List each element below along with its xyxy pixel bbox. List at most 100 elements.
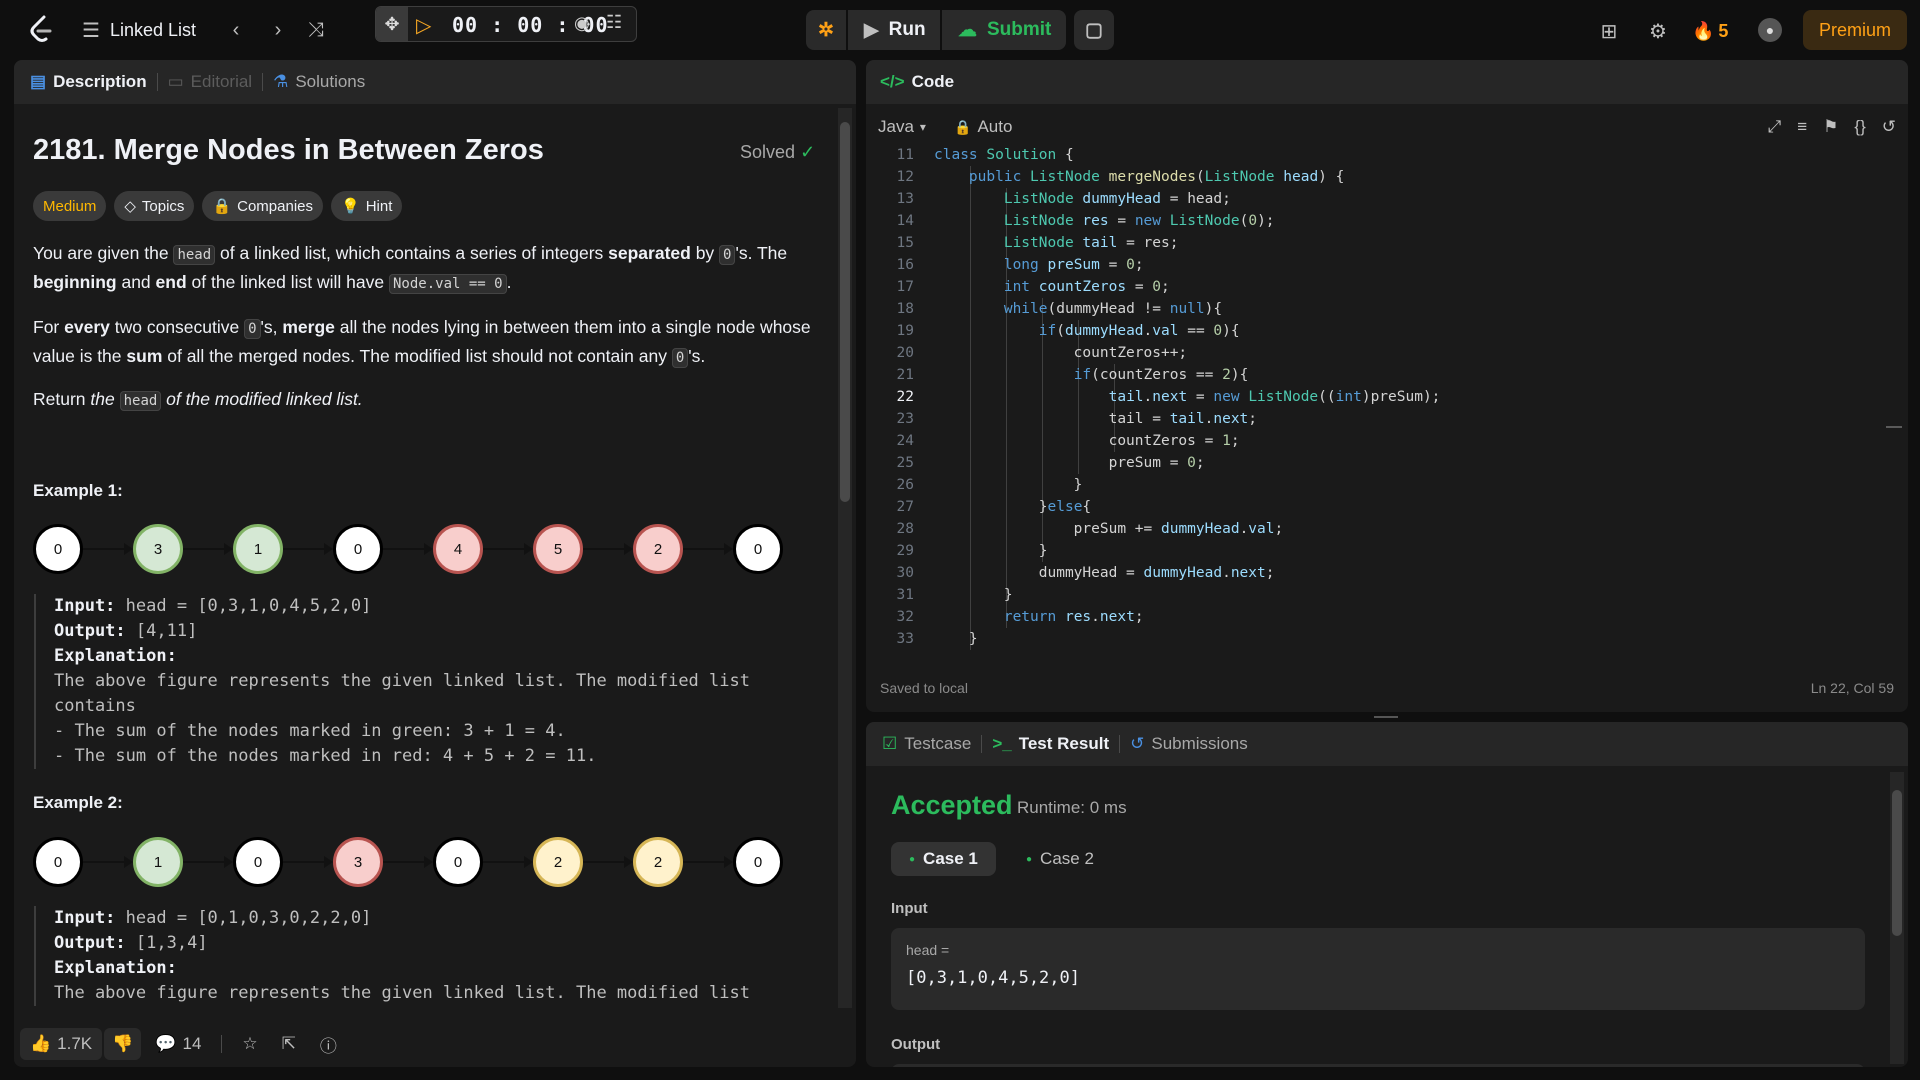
description-panel: ▤ Description ▭ Editorial ⚗ Solutions 2 1…	[14, 60, 856, 1067]
variable-name: head =	[906, 942, 950, 958]
next-problem-button[interactable]: ›	[264, 16, 292, 44]
code-text: int countZeros = 0;	[1003, 279, 1170, 295]
tab-description[interactable]: ▤ Description	[14, 72, 157, 92]
footer-divider	[221, 1035, 223, 1053]
scrollbar-thumb[interactable]	[840, 122, 850, 502]
tab-code[interactable]: </> Code	[866, 72, 964, 92]
line-number: 11	[896, 147, 914, 163]
example-1-node: 0	[33, 524, 83, 574]
comments-button[interactable]: 💬 14	[155, 1034, 201, 1054]
prev-problem-button[interactable]: ‹	[222, 16, 250, 44]
debug-button[interactable]: ✲	[806, 10, 846, 50]
drag-move-icon[interactable]: ✥	[376, 7, 408, 41]
input-value: head = [0,3,1,0,4,5,2,0]	[125, 596, 372, 616]
tab-code-label: Code	[911, 72, 955, 91]
random-problem-button[interactable]: ⤨	[302, 16, 330, 44]
share-button[interactable]: ⇱	[282, 1034, 296, 1054]
share-icon: ⇱	[281, 1034, 296, 1053]
code-text: if(dummyHead.val == 0){	[1038, 323, 1240, 339]
expand-icon[interactable]: ⤢	[1768, 117, 1782, 137]
tab-editorial[interactable]: ▭ Editorial	[158, 72, 262, 92]
hint-label: Hint	[365, 197, 393, 215]
line-number: 14	[896, 213, 914, 229]
result-scrollbar[interactable]	[1890, 772, 1904, 1064]
code-text: while(dummyHead != null){	[1003, 301, 1223, 317]
run-label: Run	[888, 19, 926, 40]
tab-test-result-label: Test Result	[1018, 734, 1110, 753]
submit-button[interactable]: ☁ Submit	[942, 10, 1066, 50]
example-2-node: 2	[533, 837, 583, 887]
text: by	[690, 243, 720, 263]
tab-submissions[interactable]: ↺ Submissions	[1120, 734, 1258, 754]
streak-counter[interactable]: 🔥 5	[1692, 16, 1728, 46]
timer-play-button[interactable]: ▷	[416, 13, 431, 38]
thumbs-down-icon: 👎	[112, 1034, 134, 1053]
example-1-node: 3	[133, 524, 183, 574]
timer-settings-icon[interactable]: ☷	[606, 12, 622, 33]
settings-button[interactable]: ⚙	[1643, 16, 1673, 46]
bold-text: beginning	[33, 272, 117, 292]
code-editor[interactable]: 11 class Solution { 12 public ListNode me…	[866, 144, 1908, 664]
explanation-line: - The sum of the nodes marked in green: …	[54, 721, 566, 741]
tab-test-result[interactable]: >_ Test Result	[982, 734, 1119, 754]
tab-testcase[interactable]: ☑ Testcase	[866, 734, 981, 754]
output-label: Output	[891, 1036, 941, 1053]
example-2-node: 0	[33, 837, 83, 887]
hint-chip[interactable]: 💡 Hint	[331, 191, 403, 221]
terminal-icon: >_	[992, 734, 1012, 753]
companies-chip[interactable]: 🔒 Companies	[202, 191, 323, 221]
run-button[interactable]: ▶ Run	[848, 10, 940, 50]
dislike-button[interactable]: 👎	[104, 1028, 142, 1060]
input-box[interactable]: head = [0,3,1,0,4,5,2,0]	[891, 928, 1865, 1010]
inline-code: 0	[244, 319, 261, 339]
explanation-line: The above figure represents the given li…	[54, 983, 750, 1003]
scrollbar-thumb[interactable]	[1892, 790, 1902, 936]
bookmark-icon[interactable]: ⚑	[1823, 117, 1838, 137]
editor-toolbar: ⤢ ≡ ⚑ {} ↺	[1768, 112, 1896, 142]
minimap-cursor-marker	[1886, 426, 1902, 428]
example-2-arrow	[83, 856, 133, 868]
premium-button[interactable]: Premium	[1803, 10, 1907, 50]
case-tab-2[interactable]: ● Case 2	[1008, 842, 1112, 876]
code-text: }	[934, 587, 1013, 603]
layout-button[interactable]: ⊞	[1594, 16, 1624, 46]
status-dot-icon: ●	[1026, 853, 1033, 865]
output-value: [4,11]	[135, 621, 198, 641]
example-2-node: 3	[333, 837, 383, 887]
example-1-explanation: Explanation:	[54, 644, 824, 669]
language-select[interactable]: Java ▾	[878, 112, 926, 142]
auto-mode-toggle[interactable]: 🔒 Auto	[954, 112, 1012, 142]
topics-chip[interactable]: ◇ Topics	[114, 191, 195, 221]
reset-icon[interactable]: ↺	[1882, 117, 1896, 137]
problem-paragraph-3: Return the head of the modified linked l…	[33, 386, 823, 415]
bold-text: merge	[282, 317, 335, 337]
lightbulb-icon: 💡	[341, 198, 360, 215]
text: of a linked list, which contains a serie…	[215, 243, 609, 263]
feedback-button[interactable]: ⓘ	[320, 1032, 337, 1057]
braces-icon[interactable]: {}	[1854, 117, 1865, 137]
problem-list-link[interactable]: ☰ Linked List	[82, 16, 196, 44]
case-tab-1[interactable]: ● Case 1	[891, 842, 996, 876]
like-button[interactable]: 👍 1.7K	[20, 1028, 103, 1060]
description-scrollbar[interactable]	[838, 108, 852, 1008]
eye-icon[interactable]: ◉	[574, 13, 590, 34]
question-circle-icon: ⓘ	[319, 1036, 337, 1056]
leetcode-logo-icon[interactable]	[26, 14, 56, 44]
panel-resize-handle[interactable]	[1374, 716, 1398, 718]
example-1-node: 4	[433, 524, 483, 574]
verdict-status: Accepted	[891, 790, 1013, 820]
line-number: 28	[896, 521, 914, 537]
check-circle-icon: ✓	[800, 142, 816, 162]
avatar[interactable]: ●	[1758, 18, 1782, 42]
tab-solutions[interactable]: ⚗ Solutions	[263, 72, 375, 92]
line-number: 21	[896, 367, 914, 383]
example-1-output: Output: [4,11]	[54, 619, 824, 644]
like-count: 1.7K	[57, 1034, 93, 1053]
tab-description-label: Description	[53, 72, 147, 91]
chevron-right-icon: ›	[274, 18, 282, 41]
favorite-button[interactable]: ☆	[242, 1034, 257, 1054]
format-icon[interactable]: ≡	[1797, 117, 1807, 137]
code-text: ListNode res = new ListNode(0);	[1003, 213, 1275, 229]
notes-button[interactable]: ▢	[1074, 10, 1114, 50]
text: 's. The	[735, 243, 788, 263]
